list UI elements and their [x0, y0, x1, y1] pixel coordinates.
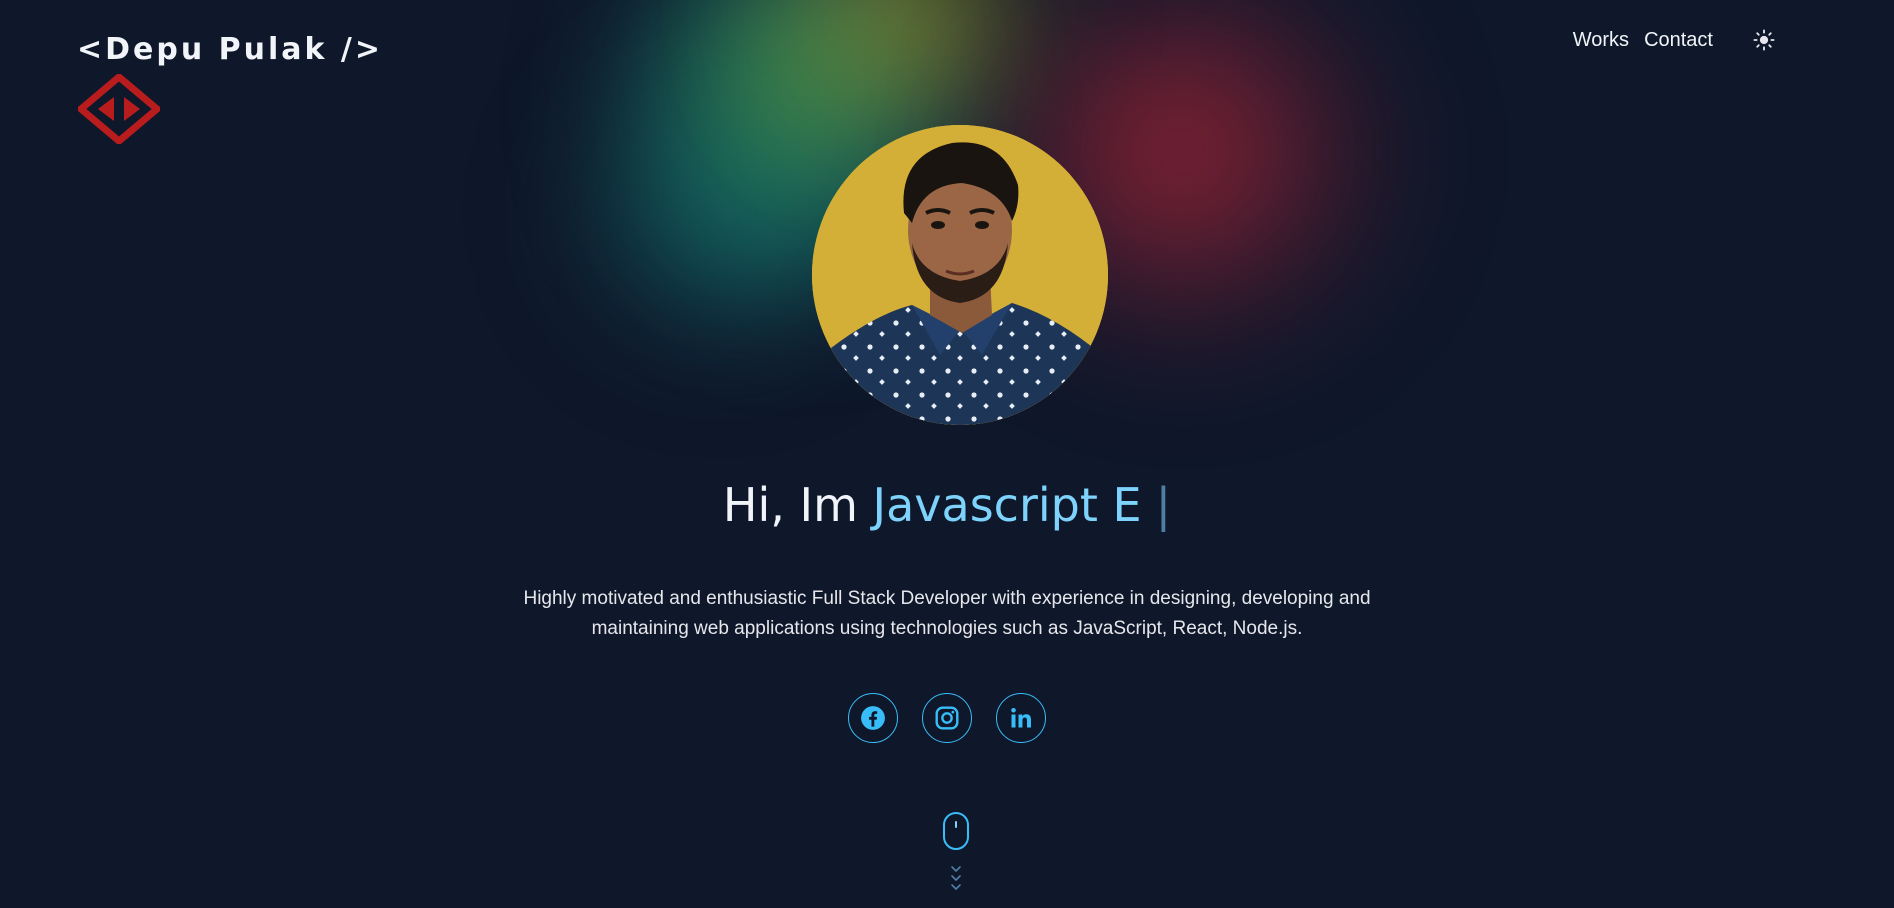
hero-bio: Highly motivated and enthusiastic Full S… [0, 584, 1894, 644]
instagram-icon [935, 706, 959, 730]
site-logo-text[interactable]: <Depu Pulak /> [77, 32, 383, 67]
hero-bio-line-1: Highly motivated and enthusiastic Full S… [523, 588, 1371, 609]
hero-headline: Hi, Im Javascript E | [0, 478, 1894, 532]
linkedin-icon [1011, 708, 1031, 728]
chevron-down-icon [951, 866, 961, 890]
profile-photo [812, 125, 1108, 425]
typing-cursor: | [1155, 478, 1172, 532]
hero-greeting: Hi, Im [722, 478, 873, 532]
linkedin-link-button[interactable] [996, 693, 1046, 743]
nav-link-works[interactable]: Works [1573, 29, 1629, 52]
mouse-scroll-icon[interactable] [943, 812, 969, 850]
sun-icon [1753, 29, 1775, 51]
logo-mark-icon[interactable] [75, 72, 163, 146]
theme-toggle-button[interactable] [1750, 26, 1778, 54]
background-glow-teal [560, 60, 840, 360]
nav-link-contact[interactable]: Contact [1644, 29, 1713, 52]
instagram-link-button[interactable] [922, 693, 972, 743]
social-links [0, 693, 1894, 743]
facebook-icon [861, 706, 885, 730]
hero-role-typed: Javascript E [872, 478, 1142, 532]
facebook-link-button[interactable] [848, 693, 898, 743]
page: <Depu Pulak /> Works Contact Hi, Im Java… [0, 0, 1894, 908]
hero-bio-line-2: maintaining web applications using techn… [591, 618, 1303, 639]
profile-avatar [812, 125, 1108, 425]
background-glow-yellow [760, 0, 1060, 150]
main-nav: Works Contact [1573, 26, 1778, 54]
mouse-wheel [955, 821, 957, 828]
